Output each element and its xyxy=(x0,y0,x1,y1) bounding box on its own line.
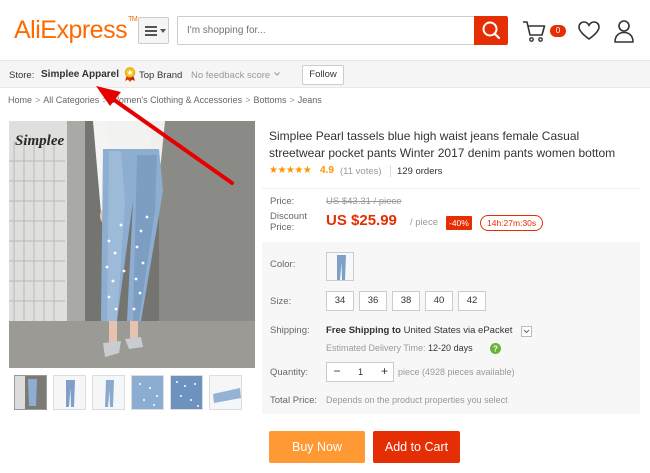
delivery-days: 12-20 days xyxy=(428,343,473,353)
thumbnail-image[interactable] xyxy=(209,375,242,410)
star-rating-icon: ★★★★★ xyxy=(269,165,312,176)
cart-icon[interactable] xyxy=(521,18,547,44)
size-option-40[interactable]: 40 xyxy=(425,291,453,311)
aliexpress-logo[interactable]: AliExpressTM xyxy=(14,16,138,45)
free-shipping-text: Free Shipping to xyxy=(326,325,401,336)
breadcrumb-separator: > xyxy=(245,95,251,105)
delivery-label: Estimated Delivery Time: xyxy=(326,343,426,353)
thumbnail-image[interactable] xyxy=(53,375,86,410)
store-label: Store: xyxy=(9,70,35,81)
product-title: Simplee Pearl tassels blue high waist je… xyxy=(269,129,616,160)
size-option-34[interactable]: 34 xyxy=(326,291,354,311)
add-to-cart-button[interactable]: Add to Cart xyxy=(373,431,460,463)
color-label: Color: xyxy=(270,259,296,270)
size-option-42[interactable]: 42 xyxy=(458,291,486,311)
svg-text:?: ? xyxy=(493,345,498,354)
breadcrumb-item[interactable]: Home xyxy=(8,95,32,105)
store-bar: Store: Simplee Apparel Top Brand No feed… xyxy=(0,60,650,88)
main-product-image[interactable]: Simplee xyxy=(9,121,255,368)
shipping-label: Shipping: xyxy=(270,325,310,336)
store-name-link[interactable]: Simplee Apparel xyxy=(41,69,119,80)
buy-now-button[interactable]: Buy Now xyxy=(269,431,365,463)
breadcrumb-separator: > xyxy=(35,95,41,105)
thumbnail-image[interactable] xyxy=(14,375,47,410)
follow-button[interactable]: Follow xyxy=(302,65,344,85)
chevron-down-icon xyxy=(274,72,280,76)
breadcrumb-separator: > xyxy=(102,95,108,105)
hamburger-icon xyxy=(145,26,157,36)
thumbnail-image[interactable] xyxy=(170,375,203,410)
logo-trademark: TM xyxy=(128,16,138,23)
countdown-timer: 14h:27m:30s xyxy=(480,215,544,231)
user-icon[interactable] xyxy=(612,18,636,44)
search-input[interactable] xyxy=(177,16,474,45)
top-brand-label: Top Brand xyxy=(139,70,183,81)
discount-price: US $25.99 xyxy=(326,212,397,229)
original-price: US $43.31 / piece xyxy=(326,196,402,207)
help-icon[interactable]: ? xyxy=(490,343,501,354)
size-option-36[interactable]: 36 xyxy=(359,291,387,311)
quantity-stepper: − + xyxy=(326,362,394,382)
rating-value: 4.9 xyxy=(320,165,334,176)
orders-count: 129 orders xyxy=(397,166,443,177)
price-label: Price: xyxy=(270,196,295,207)
chevron-down-icon xyxy=(160,29,166,33)
cart-count-badge: 0 xyxy=(550,25,566,37)
per-piece-label: / piece xyxy=(410,217,438,228)
thumbnail-image[interactable] xyxy=(92,375,125,410)
size-option-38[interactable]: 38 xyxy=(392,291,420,311)
quantity-increase-button[interactable]: + xyxy=(375,363,394,381)
chevron-down-icon xyxy=(523,329,530,334)
search-icon xyxy=(482,21,501,40)
quantity-available: piece (4928 pieces available) xyxy=(398,367,515,377)
brand-watermark: Simplee xyxy=(15,133,65,149)
total-price-label: Total Price: xyxy=(270,395,317,406)
divider xyxy=(390,165,391,177)
breadcrumb-separator: > xyxy=(289,95,295,105)
color-swatch[interactable] xyxy=(326,252,354,281)
thumbnail-image[interactable] xyxy=(131,375,164,410)
medal-icon xyxy=(124,67,136,82)
shipping-method[interactable]: Free Shipping to United States via ePack… xyxy=(326,325,512,336)
breadcrumb-item[interactable]: All Categories xyxy=(43,95,99,105)
quantity-input[interactable] xyxy=(347,363,374,381)
size-label: Size: xyxy=(270,296,292,307)
thumbnail-strip xyxy=(14,375,244,411)
site-header: AliExpressTM 0 xyxy=(0,0,650,60)
shipping-dropdown[interactable] xyxy=(521,326,532,337)
categories-menu-button[interactable] xyxy=(138,17,169,44)
product-photo: Simplee xyxy=(9,121,255,368)
feedback-score[interactable]: No feedback score xyxy=(191,70,270,81)
delivery-estimate: Estimated Delivery Time: 12-20 days xyxy=(326,343,473,353)
quantity-decrease-button[interactable]: − xyxy=(327,363,347,381)
breadcrumb-item[interactable]: Jeans xyxy=(298,95,322,105)
votes-link[interactable]: (11 votes) xyxy=(340,166,382,177)
search-button[interactable] xyxy=(474,16,508,45)
discount-price-label: Discount Price: xyxy=(270,211,307,233)
breadcrumb: Home > All Categories > Women's Clothing & A… xyxy=(8,95,322,105)
total-price-value: Depends on the product properties you se… xyxy=(326,395,508,405)
quantity-label: Quantity: xyxy=(270,367,309,378)
heart-icon[interactable] xyxy=(577,19,601,43)
shipping-destination: United States via ePacket xyxy=(403,325,513,336)
breadcrumb-item[interactable]: Bottoms xyxy=(253,95,286,105)
discount-badge: -40% xyxy=(446,216,472,230)
breadcrumb-item[interactable]: Women's Clothing & Accessories xyxy=(111,95,243,105)
